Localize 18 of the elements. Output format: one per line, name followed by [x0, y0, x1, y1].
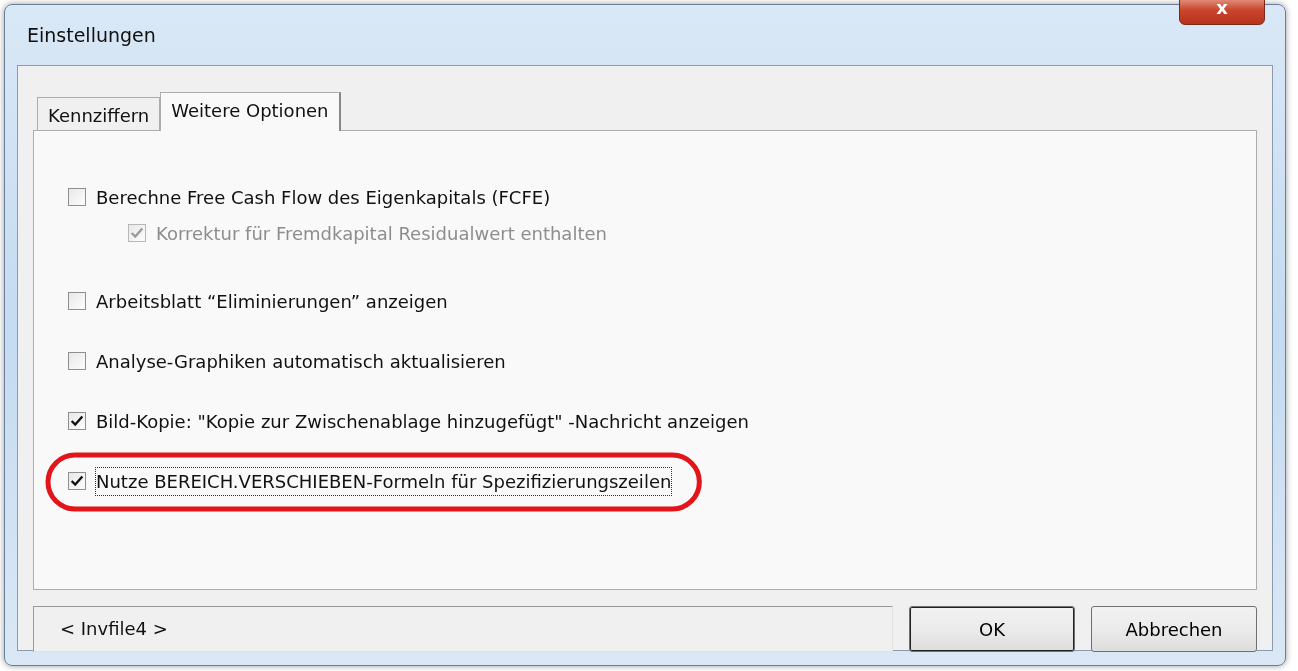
- checkbox[interactable]: [68, 352, 86, 370]
- checkbox[interactable]: [68, 188, 86, 206]
- checkbox-label: Analyse-Graphiken automatisch aktualisieren: [96, 349, 506, 374]
- checkbox-label: Arbeitsblatt “Eliminierungen” anzeigen: [96, 289, 448, 314]
- status-field: < Invfile4 >: [33, 606, 893, 652]
- checkbox-label: Korrektur für Fremdkapital Residualwert enthalten: [156, 221, 607, 246]
- checkbox-label: Berechne Free Cash Flow des Eigenkapitals (FCFE): [96, 185, 551, 210]
- checkbox[interactable]: [68, 292, 86, 310]
- checkbox-label: Bild-Kopie: "Kopie zur Zwischenablage hinzugefügt" -Nachricht anzeigen: [96, 409, 749, 434]
- cancel-button[interactable]: Abbrechen: [1091, 606, 1257, 652]
- tab[interactable]: Kennziffern: [37, 97, 161, 130]
- window-title: Einstellungen: [26, 22, 156, 48]
- checkbox[interactable]: [68, 472, 86, 490]
- ok-button[interactable]: OK: [909, 606, 1075, 652]
- checkbox[interactable]: [68, 412, 86, 430]
- tab[interactable]: Weitere Optionen: [160, 92, 341, 131]
- close-button[interactable]: x: [1179, 0, 1265, 25]
- checkbox-label: Nutze BEREICH.VERSCHIEBEN-Formeln für Spezifizierungszeilen: [96, 467, 672, 495]
